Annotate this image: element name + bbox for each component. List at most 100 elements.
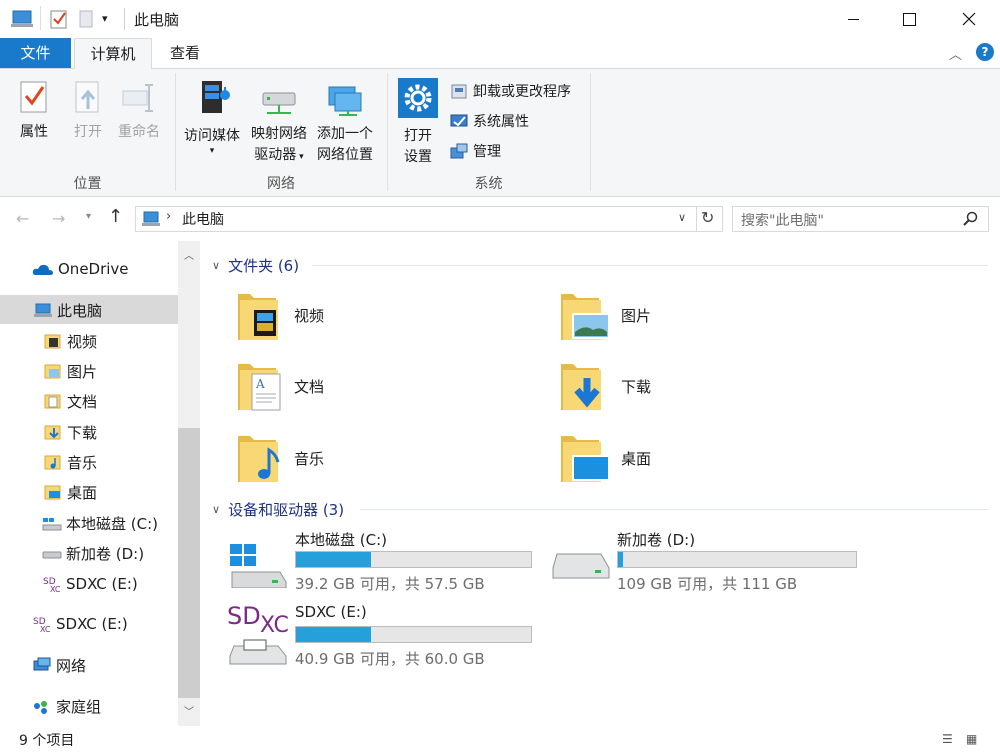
search-placeholder: 搜索"此电脑" xyxy=(741,213,824,229)
open-settings-label-2: 设置 xyxy=(404,149,432,165)
nav-local-disk-c[interactable]: 本地磁盘 (C:) xyxy=(42,510,158,536)
nav-desktop[interactable]: 桌面 xyxy=(44,479,97,505)
new-folder-quick-icon[interactable] xyxy=(78,9,94,33)
uninstall-label: 卸载或更改程序 xyxy=(473,84,571,100)
search-icon[interactable] xyxy=(963,211,979,227)
recent-locations-icon[interactable]: ▾ xyxy=(86,211,91,222)
collapse-ribbon-icon[interactable]: ︿ xyxy=(949,44,962,63)
windows-drive-icon xyxy=(42,518,62,531)
collapse-chevron-icon: ∨ xyxy=(212,259,221,272)
manage-button[interactable]: 管理 xyxy=(450,140,501,162)
documents-folder-icon: A xyxy=(238,364,281,411)
refresh-icon[interactable]: ↻ xyxy=(701,208,714,227)
scroll-down-icon[interactable]: ﹀ xyxy=(184,703,194,718)
minimize-button[interactable] xyxy=(830,0,876,38)
nav-new-volume-d[interactable]: 新加卷 (D:) xyxy=(42,540,144,566)
properties-button[interactable]: 属性 xyxy=(12,79,56,143)
address-field[interactable]: › 此电脑 ∨ ↻ xyxy=(135,206,723,232)
system-properties-label: 系统属性 xyxy=(473,114,529,130)
scroll-up-icon[interactable]: ︿ xyxy=(184,247,194,262)
nav-scroll-thumb[interactable] xyxy=(178,428,200,698)
svg-text:SD: SD xyxy=(227,602,261,630)
network-icon xyxy=(33,657,51,671)
maximize-button[interactable] xyxy=(886,0,932,38)
system-properties-button[interactable]: 系统属性 xyxy=(450,110,529,132)
breadcrumb-chevron-icon[interactable]: › xyxy=(166,209,171,224)
homegroup-icon xyxy=(34,701,47,714)
drive-d-tile[interactable]: 新加卷 (D:) 109 GB 可用，共 111 GB xyxy=(549,528,869,593)
ribbon: 属性 打开 重命名 位置 访问媒体 ▾ 映射网络 驱动器 ▾ 添加一个 网络位置… xyxy=(0,69,1000,197)
drive-e-name: SDXC (E:) xyxy=(295,603,367,621)
access-media-button[interactable]: 访问媒体 ▾ xyxy=(180,77,244,156)
help-icon[interactable]: ? xyxy=(976,43,994,61)
nav-videos[interactable]: 视频 xyxy=(44,328,97,354)
search-input[interactable]: 搜索"此电脑" xyxy=(732,206,989,232)
this-pc-icon xyxy=(10,9,34,33)
nav-this-pc[interactable]: 此电脑 xyxy=(32,297,102,323)
nav-music-label: 音乐 xyxy=(67,453,98,472)
windows-drive-icon xyxy=(230,544,287,588)
system-properties-icon xyxy=(450,114,468,127)
this-pc-small-icon xyxy=(142,211,160,226)
close-icon xyxy=(962,12,976,26)
videos-folder-icon xyxy=(238,294,278,340)
nav-documents[interactable]: 文档 xyxy=(44,388,97,414)
drive-c-tile[interactable]: 本地磁盘 (C:) 39.2 GB 可用，共 57.5 GB xyxy=(226,528,546,593)
up-arrow-icon[interactable]: ↑ xyxy=(108,206,123,227)
address-separator xyxy=(696,207,697,231)
open-button[interactable]: 打开 xyxy=(66,79,110,143)
breadcrumb-this-pc[interactable]: 此电脑 xyxy=(182,209,224,229)
folder-desktop-label: 桌面 xyxy=(621,449,652,468)
map-drive-dropdown-icon: ▾ xyxy=(296,152,304,162)
uninstall-icon xyxy=(451,84,467,99)
nav-sdxc-e-sub[interactable]: SD XC SDXC (E:) xyxy=(42,571,138,597)
tab-view[interactable]: 查看 xyxy=(155,38,215,68)
open-settings-button[interactable]: 打开 设置 xyxy=(394,77,442,168)
downloads-folder-icon xyxy=(44,425,61,440)
forward-arrow-icon[interactable]: → xyxy=(52,209,65,228)
nav-network[interactable]: 网络 xyxy=(32,652,86,678)
nav-downloads[interactable]: 下载 xyxy=(44,419,97,445)
rename-button[interactable]: 重命名 xyxy=(114,79,164,143)
folder-downloads[interactable]: 下载 xyxy=(559,358,651,414)
folder-videos[interactable]: 视频 xyxy=(236,288,324,342)
large-icons-view-icon[interactable]: ▦ xyxy=(966,732,977,746)
drive-e-usage-bar xyxy=(295,626,532,643)
tab-computer[interactable]: 计算机 xyxy=(74,38,152,70)
nav-onedrive[interactable]: OneDrive xyxy=(32,256,129,282)
uninstall-program-button[interactable]: 卸载或更改程序 xyxy=(450,80,571,102)
customize-toolbar-icon[interactable]: ▾ xyxy=(102,12,108,25)
nav-music[interactable]: 音乐 xyxy=(44,449,97,475)
close-button[interactable] xyxy=(946,0,992,38)
address-dropdown-icon[interactable]: ∨ xyxy=(678,211,686,224)
window-title: 此电脑 xyxy=(134,11,180,29)
nav-sdxc-e[interactable]: SD XC SDXC (E:) xyxy=(32,611,128,637)
nav-pictures[interactable]: 图片 xyxy=(44,358,97,384)
devices-section-header[interactable]: ∨ 设备和驱动器 (3) xyxy=(212,499,344,520)
folder-music[interactable]: 音乐 xyxy=(236,430,324,486)
access-media-label: 访问媒体 xyxy=(184,128,240,144)
nav-homegroup[interactable]: 家庭组 xyxy=(32,693,101,719)
drive-e-tile[interactable]: SD XC SDXC (E:) 40.9 GB 可用，共 60.0 GB xyxy=(226,602,546,670)
open-settings-label-1: 打开 xyxy=(404,128,432,144)
map-network-drive-button[interactable]: 映射网络 驱动器 ▾ xyxy=(246,83,312,168)
drive-d-usage-fill xyxy=(618,552,623,567)
properties-quick-icon[interactable] xyxy=(50,9,68,33)
add-location-label-1: 添加一个 xyxy=(317,126,373,142)
section-divider xyxy=(360,509,988,510)
tab-file[interactable]: 文件 xyxy=(0,38,71,68)
folder-pictures[interactable]: 图片 xyxy=(559,288,651,342)
add-network-location-button[interactable]: 添加一个 网络位置 xyxy=(312,83,378,166)
details-view-icon[interactable]: ☰ xyxy=(942,732,953,746)
drive-icon xyxy=(42,551,62,559)
pictures-folder-icon xyxy=(44,364,61,379)
folder-desktop[interactable]: 桌面 xyxy=(559,430,651,486)
back-arrow-icon[interactable]: ← xyxy=(16,209,29,228)
folder-documents[interactable]: A 文档 xyxy=(236,358,324,414)
downloads-folder-icon xyxy=(561,364,601,410)
music-folder-icon xyxy=(238,436,280,482)
folders-section-header[interactable]: ∨ 文件夹 (6) xyxy=(212,255,299,276)
status-bar: 9 个项目 ☰ ▦ xyxy=(0,726,1000,754)
title-separator xyxy=(124,8,125,30)
minimize-icon xyxy=(847,18,859,20)
